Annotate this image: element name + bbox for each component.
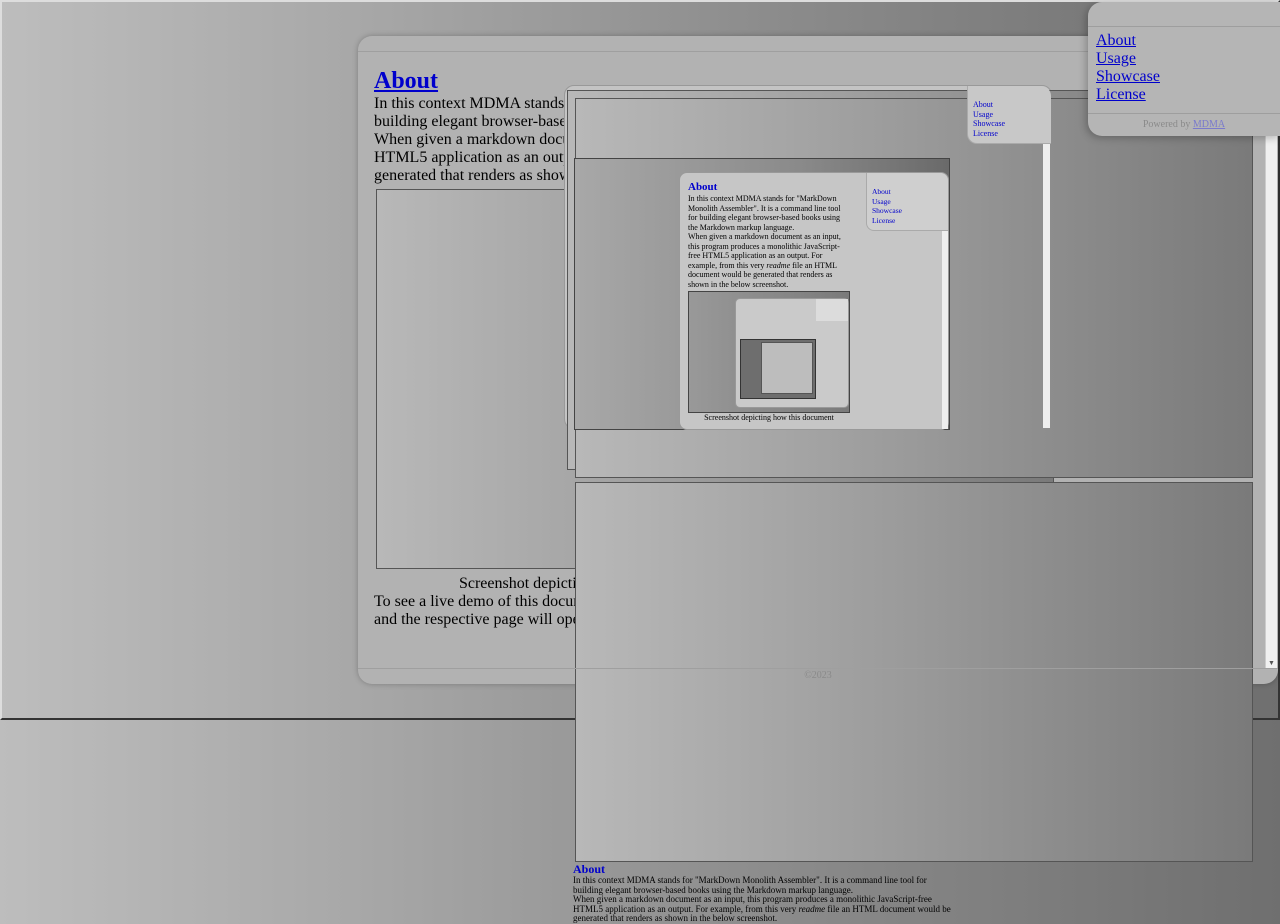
- nested-screenshot-page: About In this context MDMA stands for "M…: [564, 85, 1253, 923]
- nested-nav-usage: Usage: [973, 109, 993, 119]
- article: About In this context MDMA stands for "M…: [374, 67, 1253, 923]
- nested3-nav: [816, 299, 848, 321]
- nested3-screenshot: [740, 339, 816, 399]
- nav-link-license[interactable]: License: [1096, 86, 1160, 104]
- nested2-readme: readme: [766, 260, 791, 270]
- nested2-nav-showcase: Showcase: [872, 206, 902, 215]
- nested2-nav-about: About: [872, 187, 891, 196]
- about-heading-link[interactable]: About: [374, 68, 438, 94]
- nested2-title: About: [688, 181, 850, 194]
- nested-scrollbar: [1043, 144, 1050, 428]
- nested-nav-showcase: Showcase: [973, 119, 1005, 128]
- nested2-title-link: About: [688, 181, 718, 193]
- vertical-scrollbar[interactable]: ▲ ▼: [1265, 52, 1277, 668]
- nested-nav-license: License: [973, 128, 998, 138]
- nested2-page: About In this context MDMA stands for "M…: [679, 172, 949, 430]
- nested-screenshot: About In this context MDMA stands for "M…: [574, 158, 950, 430]
- nested2-caption: Screenshot depicting how this document: [704, 413, 834, 422]
- mdma-link[interactable]: MDMA: [1193, 119, 1225, 130]
- nested-description: When given a markdown document as an inp…: [573, 894, 953, 924]
- nested2-screenshot: [688, 291, 850, 413]
- scroll-down-arrow-icon[interactable]: ▼: [1266, 658, 1277, 668]
- nested2-intro: In this context MDMA stands for "MarkDow…: [688, 194, 841, 232]
- nav-link-usage[interactable]: Usage: [1096, 50, 1160, 68]
- nav-link-about[interactable]: About: [1096, 32, 1160, 50]
- nested3-page: [735, 298, 849, 408]
- nested4-page: [761, 342, 813, 394]
- nav-bottom-divider: [1088, 113, 1280, 114]
- nav-link-showcase[interactable]: Showcase: [1096, 68, 1160, 86]
- nested2-nav-usage: Usage: [872, 196, 891, 206]
- nested-nav-about: About: [973, 100, 993, 109]
- nested2-nav: About Usage Showcase License: [866, 173, 948, 231]
- nested2-nav-license: License: [872, 215, 896, 225]
- nested-readme: readme: [798, 903, 826, 914]
- powered-by: Powered by MDMA: [1088, 116, 1280, 134]
- copyright-footer: ©2023: [804, 670, 832, 681]
- nested-title-link: About: [573, 862, 606, 876]
- powered-by-text: Powered by: [1142, 119, 1191, 130]
- nav-list: About Usage Showcase License: [1096, 32, 1160, 104]
- nested2-article: About In this context MDMA stands for "M…: [688, 181, 850, 289]
- card-bottom-divider: [358, 668, 1278, 669]
- nested-nav: About Usage Showcase License: [967, 86, 1051, 144]
- nested-intro: In this context MDMA stands for "MarkDow…: [573, 875, 927, 895]
- nav-top-divider: [1088, 26, 1280, 27]
- navigation-panel: About Usage Showcase License Powered by …: [1088, 2, 1280, 136]
- nested2-scrollbar: [942, 231, 948, 429]
- nested2-description: When given a markdown document as an inp…: [688, 232, 850, 289]
